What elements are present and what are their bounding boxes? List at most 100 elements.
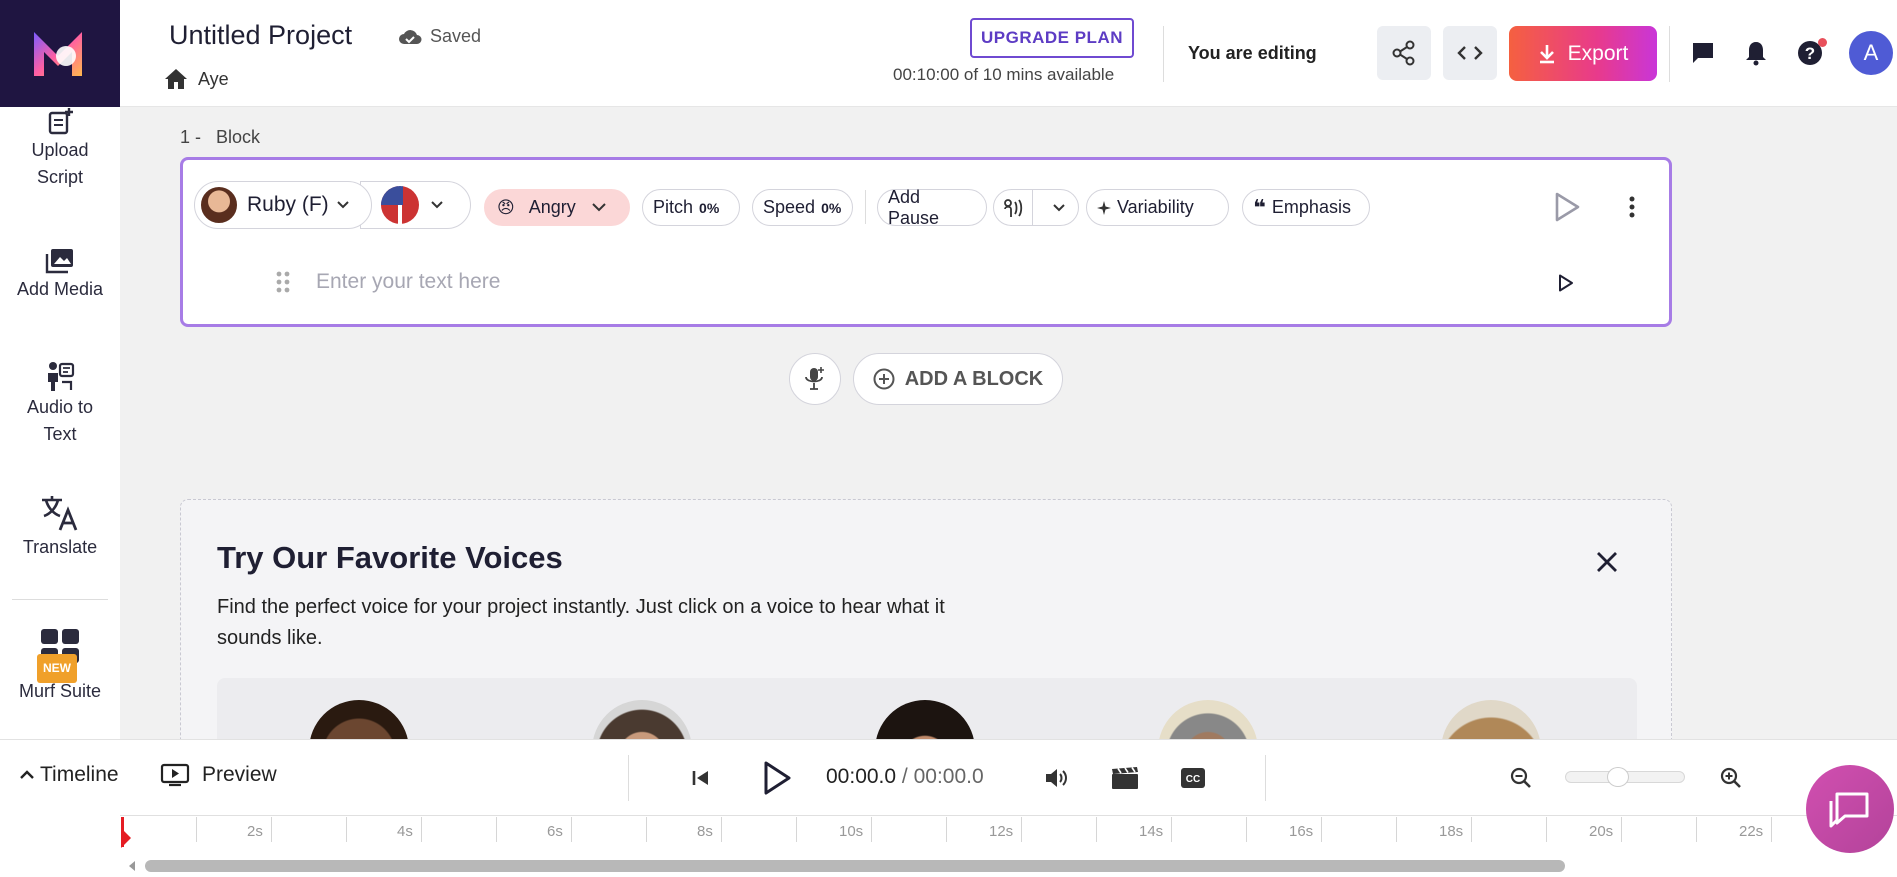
pronunciation-dropdown[interactable] xyxy=(1039,203,1078,212)
emphasis-control[interactable]: ❝ Emphasis xyxy=(1242,189,1370,226)
comment-icon xyxy=(1693,43,1713,63)
timeline-tick-label: 8s xyxy=(697,823,713,840)
embed-code-button[interactable] xyxy=(1443,26,1497,80)
export-button[interactable]: Export xyxy=(1509,26,1657,81)
timeline-tick xyxy=(1546,817,1547,842)
pronunciation-control[interactable] xyxy=(993,189,1079,226)
quote-icon: ❝ xyxy=(1253,194,1266,220)
speed-control[interactable]: Speed 0% xyxy=(752,189,853,226)
speed-label: Speed xyxy=(763,197,816,217)
new-badge: NEW xyxy=(37,654,77,683)
total-time: 00:00.0 xyxy=(913,765,984,788)
chevron-down-icon xyxy=(1052,203,1065,211)
export-label: Export xyxy=(1567,41,1629,65)
timeline-tick xyxy=(1171,817,1172,842)
chevron-down-icon xyxy=(592,203,606,212)
zoom-in-icon xyxy=(1720,767,1741,788)
microphone-icon xyxy=(805,367,824,390)
sidebar-item-add-media[interactable]: Add Media xyxy=(0,248,120,303)
voice-name: Ruby (F) xyxy=(247,193,329,216)
timeline-tick-label: 2s xyxy=(247,823,263,840)
murf-logo[interactable] xyxy=(0,0,120,107)
share-button[interactable] xyxy=(1377,26,1431,80)
upgrade-plan-button[interactable]: UPGRADE PLAN xyxy=(970,18,1134,58)
captions-button[interactable]: CC xyxy=(1180,765,1206,791)
timeline-scrollbar[interactable] xyxy=(145,860,1565,872)
timeline-tick-label: 6s xyxy=(547,823,563,840)
play-button[interactable] xyxy=(760,759,794,797)
sidebar-item-murf-suite[interactable]: NEW Murf Suite xyxy=(0,628,120,705)
zoom-in-button[interactable] xyxy=(1719,766,1743,790)
time-separator: / xyxy=(896,765,914,788)
voice-wave-icon xyxy=(1004,198,1023,217)
pronunciation-button[interactable] xyxy=(994,190,1034,225)
sidebar-item-audio-to-text[interactable]: Audio to Text xyxy=(0,360,120,448)
zoom-out-button[interactable] xyxy=(1509,766,1533,790)
project-title[interactable]: Untitled Project xyxy=(169,20,352,51)
zoom-slider-thumb[interactable] xyxy=(1607,767,1629,787)
volume-button[interactable] xyxy=(1043,765,1071,791)
style-label: Angry xyxy=(528,197,576,217)
skip-back-button[interactable] xyxy=(690,767,712,789)
play-block-button[interactable] xyxy=(1553,191,1581,223)
timeline-tick-label: 4s xyxy=(397,823,413,840)
workspace-name: Aye xyxy=(198,68,229,89)
video-clip-button[interactable] xyxy=(1111,765,1139,791)
close-favorites-button[interactable] xyxy=(1595,550,1619,579)
timeline-tick xyxy=(946,817,947,842)
timeline-tick xyxy=(346,817,347,842)
timeline-tick xyxy=(1471,817,1472,842)
block-menu-button[interactable] xyxy=(1622,193,1642,221)
timeline-toggle[interactable]: Timeline xyxy=(20,763,119,787)
play-icon xyxy=(764,761,791,795)
style-selector[interactable]: 😠 Angry xyxy=(484,189,630,226)
murf-logo-icon xyxy=(34,31,82,76)
timeline-tick xyxy=(1096,817,1097,842)
voice-selector[interactable]: Ruby (F) xyxy=(194,181,372,229)
workspace-breadcrumb[interactable]: Aye xyxy=(164,68,229,90)
timeline-tick xyxy=(1621,817,1622,842)
variability-control[interactable]: Variability xyxy=(1086,189,1229,226)
chat-support-button[interactable] xyxy=(1806,765,1894,853)
upload-script-icon xyxy=(48,108,73,135)
play-sentence-button[interactable] xyxy=(1557,273,1575,293)
emphasis-label: Emphasis xyxy=(1271,197,1351,217)
saved-status: Saved xyxy=(398,26,481,47)
share-icon xyxy=(1392,40,1415,66)
pitch-control[interactable]: Pitch 0% xyxy=(642,189,740,226)
help-notification-dot xyxy=(1818,38,1827,47)
sidebar-item-label: Audio to Text xyxy=(26,397,94,444)
timeline-tick xyxy=(196,817,197,842)
header-divider-2 xyxy=(1669,26,1670,82)
voice-record-button[interactable] xyxy=(789,353,841,405)
timeline-tick-label: 16s xyxy=(1289,823,1314,840)
play-icon xyxy=(1559,274,1573,292)
timeline-tick-label: 20s xyxy=(1589,823,1614,840)
scroll-left-icon[interactable] xyxy=(126,860,138,872)
preview-icon xyxy=(160,763,190,787)
user-avatar[interactable]: A xyxy=(1849,31,1893,75)
voice-avatar xyxy=(199,185,239,225)
timeline-tick xyxy=(571,817,572,842)
sidebar-item-translate[interactable]: Translate xyxy=(0,494,120,561)
drag-handle[interactable] xyxy=(276,271,290,298)
clapperboard-icon xyxy=(1112,767,1138,789)
add-block-button[interactable]: ADD A BLOCK xyxy=(853,353,1063,405)
comments-button[interactable] xyxy=(1690,40,1716,66)
home-icon xyxy=(165,69,187,89)
timeline-tick xyxy=(1771,817,1772,842)
sidebar-item-upload-script[interactable]: Upload Script xyxy=(0,107,120,191)
favorite-voices-panel: Try Our Favorite Voices Find the perfect… xyxy=(180,499,1672,759)
notifications-button[interactable] xyxy=(1743,39,1769,67)
timeline-tick-label: 22s xyxy=(1739,823,1764,840)
toolbar-divider xyxy=(865,190,866,224)
timeline-tick xyxy=(421,817,422,842)
timeline-tick xyxy=(646,817,647,842)
volume-icon xyxy=(1046,769,1067,787)
preview-button[interactable]: Preview xyxy=(160,763,277,787)
block-text-input[interactable]: Enter your text here xyxy=(316,270,500,294)
play-icon xyxy=(1555,192,1580,222)
language-selector[interactable] xyxy=(360,181,471,229)
editing-status: You are editing xyxy=(1188,43,1317,63)
add-pause-button[interactable]: Add Pause xyxy=(877,187,987,228)
